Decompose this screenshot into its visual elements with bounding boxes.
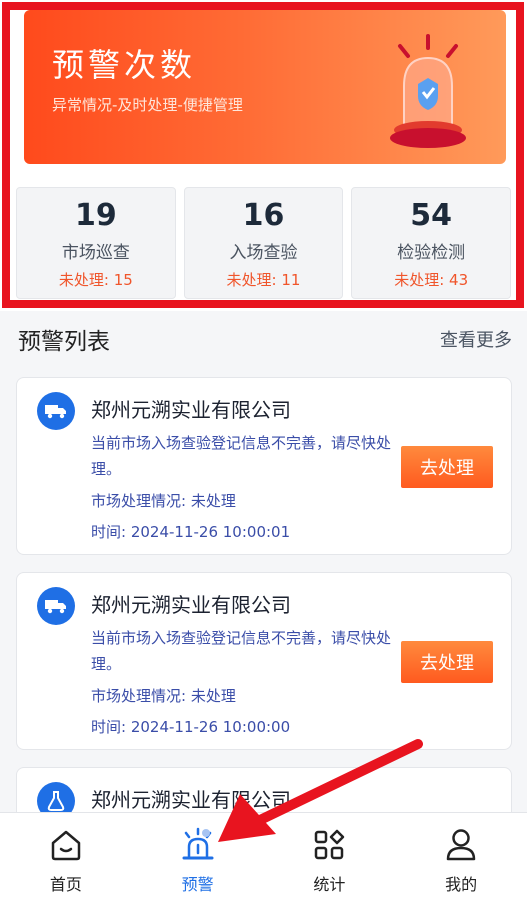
banner-title: 预警次数 (52, 46, 197, 84)
handle-button[interactable]: 去处理 (401, 446, 493, 488)
truck-icon (37, 392, 75, 430)
warning-summary-section: 预警次数 异常情况-及时处理-便捷管理 19 市场巡查 未处理: 15 16 入… (0, 0, 527, 311)
view-more-link[interactable]: 查看更多 (440, 326, 512, 352)
banner-subtitle: 异常情况-及时处理-便捷管理 (52, 96, 243, 114)
stat-pending: 未处理: 43 (394, 271, 469, 289)
stat-label: 检验检测 (397, 243, 466, 263)
alert-list-title: 预警列表 (18, 329, 110, 355)
alert-time: 时间: 2024-11-26 10:00:01 (91, 523, 291, 541)
alert-time: 时间: 2024-11-26 10:00:00 (91, 718, 291, 736)
stat-market-patrol[interactable]: 19 市场巡查 未处理: 15 (16, 187, 176, 299)
stat-label: 入场查验 (229, 243, 298, 263)
user-icon (441, 825, 481, 865)
handle-button[interactable]: 去处理 (401, 641, 493, 683)
stat-pending: 未处理: 15 (58, 271, 133, 289)
stat-label: 市场巡查 (61, 243, 130, 263)
tab-profile[interactable]: 我的 (395, 813, 527, 902)
stat-entry-inspection[interactable]: 16 入场查验 未处理: 11 (183, 187, 344, 299)
stat-pending: 未处理: 11 (226, 271, 301, 289)
alert-status: 市场处理情况: 未处理 (91, 687, 236, 705)
tab-label: 首页 (49, 875, 82, 894)
truck-icon (37, 587, 75, 625)
company-name: 郑州元溯实业有限公司 (91, 788, 291, 812)
grid-icon (309, 825, 349, 865)
stat-lab-testing[interactable]: 54 检验检测 未处理: 43 (351, 187, 512, 299)
company-name: 郑州元溯实业有限公司 (91, 398, 291, 422)
stat-count: 19 (74, 198, 117, 233)
tab-home[interactable]: 首页 (0, 813, 132, 902)
alarm-light-icon (390, 34, 466, 148)
alert-card[interactable]: 郑州元溯实业有限公司 当前市场入场查验登记信息不完善，请尽快处理。 市场处理情况… (16, 572, 512, 750)
alert-status: 市场处理情况: 未处理 (91, 492, 236, 510)
siren-icon (178, 825, 218, 865)
stats-row: 19 市场巡查 未处理: 15 16 入场查验 未处理: 11 54 检验检测 … (16, 187, 512, 299)
stat-count: 16 (242, 198, 285, 233)
alert-card[interactable]: 郑州元溯实业有限公司 当前市场入场查验登记信息不完善，请尽快处理。 市场处理情况… (16, 377, 512, 555)
tab-label: 统计 (313, 875, 346, 894)
alert-description: 当前市场入场查验登记信息不完善，请尽快处理。 (91, 434, 392, 478)
warning-banner: 预警次数 异常情况-及时处理-便捷管理 (24, 10, 506, 164)
stat-count: 54 (410, 198, 453, 233)
tab-statistics[interactable]: 统计 (264, 813, 396, 902)
bottom-tab-bar: 首页 预警 统计 我的 (0, 812, 527, 902)
home-icon (46, 825, 86, 865)
tab-label: 我的 (445, 875, 478, 894)
tab-warning[interactable]: 预警 (132, 813, 264, 902)
alert-description: 当前市场入场查验登记信息不完善，请尽快处理。 (91, 629, 392, 673)
tab-label: 预警 (181, 875, 214, 894)
alert-list-header: 预警列表 查看更多 (18, 322, 512, 358)
company-name: 郑州元溯实业有限公司 (91, 593, 291, 617)
